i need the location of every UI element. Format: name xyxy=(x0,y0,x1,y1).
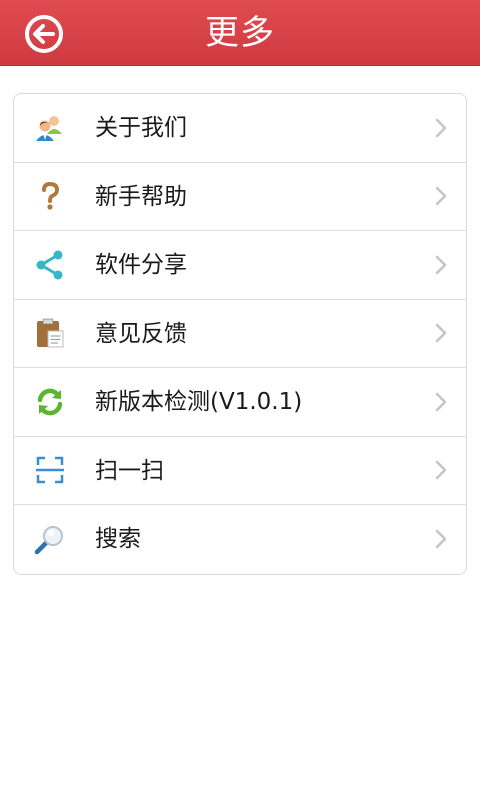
menu-item-version-check[interactable]: 新版本检测(V1.0.1) xyxy=(14,368,466,437)
share-icon xyxy=(36,250,63,280)
menu-item-feedback[interactable]: 意见反馈 xyxy=(14,300,466,368)
refresh-icon xyxy=(37,388,63,416)
menu-item-share[interactable]: 软件分享 xyxy=(14,231,466,300)
chevron-right-icon xyxy=(435,461,447,480)
chevron-right-icon xyxy=(435,118,447,137)
chevron-right-icon xyxy=(435,255,447,274)
menu-item-about-us[interactable]: 关于我们 xyxy=(14,94,466,163)
chevron-right-icon xyxy=(435,324,447,343)
menu-item-label: 意见反馈 xyxy=(95,320,187,347)
users-icon xyxy=(36,115,62,141)
menu-item-help[interactable]: 新手帮助 xyxy=(14,163,466,231)
clipboard-icon xyxy=(37,318,64,348)
magnifier-icon xyxy=(34,526,63,555)
menu-item-label: 新版本检测(V1.0.1) xyxy=(95,389,303,415)
scan-icon xyxy=(36,457,64,484)
menu-item-search[interactable]: 搜索 xyxy=(14,505,466,574)
menu-item-label: 关于我们 xyxy=(95,115,187,141)
page-title: 更多 xyxy=(205,13,275,53)
question-icon xyxy=(42,182,60,210)
menu-item-label: 软件分享 xyxy=(95,252,187,278)
menu-item-label: 搜索 xyxy=(95,526,141,552)
chevron-right-icon xyxy=(435,392,447,411)
menu-item-label: 新手帮助 xyxy=(95,183,187,210)
chevron-right-icon xyxy=(435,530,447,549)
title-bar: 更多 xyxy=(0,0,480,66)
chevron-right-icon xyxy=(435,187,447,206)
menu-list: 关于我们 新手帮助 软件分享 意见反馈 新版本检测(V1.0.1) 扫一扫 搜索 xyxy=(13,93,467,575)
menu-item-scan[interactable]: 扫一扫 xyxy=(14,437,466,505)
menu-item-label: 扫一扫 xyxy=(95,457,164,484)
